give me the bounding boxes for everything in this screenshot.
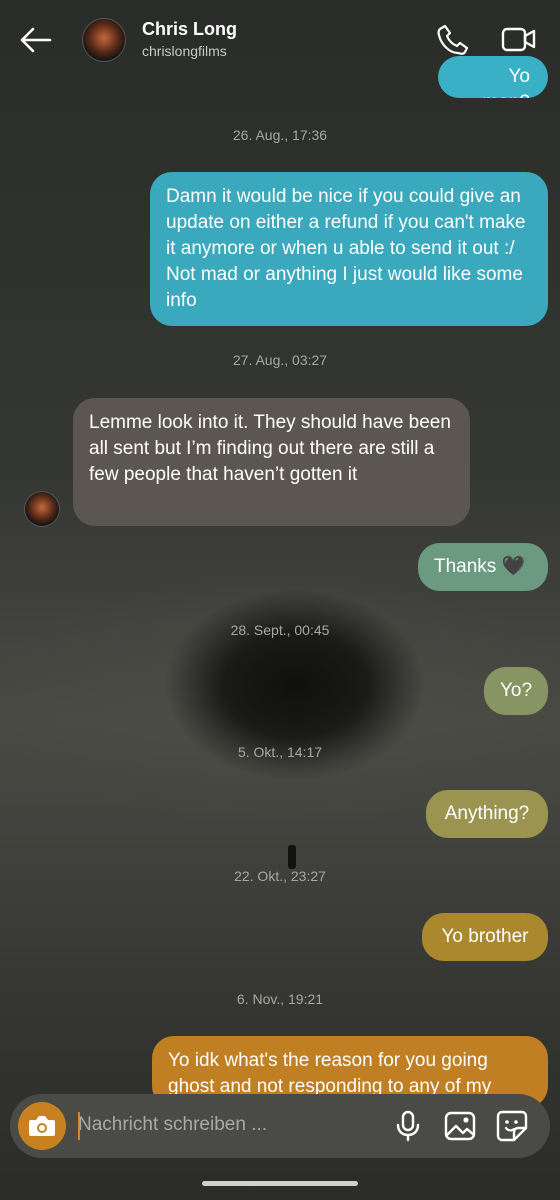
message-composer: Nachricht schreiben ... — [10, 1094, 550, 1158]
outgoing-message[interactable]: Yo man? — [438, 56, 548, 98]
outgoing-message[interactable]: Yo? — [484, 667, 548, 715]
home-indicator[interactable] — [202, 1181, 358, 1186]
contact-name[interactable]: Chris Long — [142, 19, 237, 40]
message-timestamp: 22. Okt., 23:27 — [234, 868, 326, 884]
outgoing-message[interactable]: Thanks 🖤 — [418, 543, 548, 591]
camera-button[interactable] — [18, 1102, 66, 1150]
message-input[interactable]: Nachricht schreiben ... — [78, 1114, 267, 1136]
sender-avatar[interactable] — [24, 491, 60, 527]
message-timestamp: 28. Sept., 00:45 — [230, 622, 330, 638]
outgoing-message[interactable]: Anything? — [426, 790, 548, 838]
message-timestamp: 26. Aug., 17:36 — [232, 127, 328, 143]
arrow-left-icon[interactable] — [18, 22, 54, 58]
outgoing-message[interactable]: Damn it would be nice if you could give … — [150, 172, 548, 326]
video-camera-icon[interactable] — [500, 22, 538, 56]
outgoing-message[interactable]: Yo brother — [422, 913, 548, 961]
message-timestamp: 27. Aug., 03:27 — [232, 352, 328, 368]
message-timestamp: 6. Nov., 19:21 — [236, 991, 324, 1007]
camera-icon — [29, 1116, 55, 1136]
contact-handle[interactable]: chrislongfilms — [142, 43, 227, 59]
avatar[interactable] — [82, 18, 126, 62]
sticker-icon[interactable] — [494, 1108, 530, 1144]
message-timestamp: 5. Okt., 14:17 — [237, 744, 323, 760]
phone-icon[interactable] — [436, 22, 470, 56]
incoming-message[interactable]: Lemme look into it. They should have bee… — [73, 398, 470, 526]
microphone-icon[interactable] — [390, 1108, 426, 1144]
image-icon[interactable] — [442, 1108, 478, 1144]
